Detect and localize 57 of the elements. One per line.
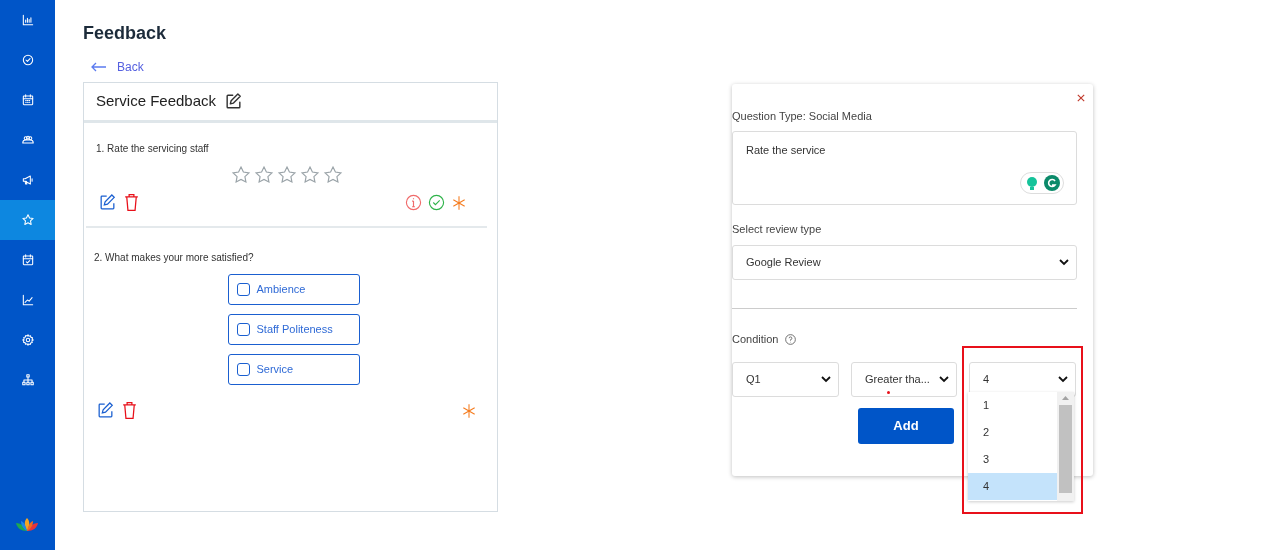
- edit-icon[interactable]: [98, 193, 117, 212]
- dropdown-option[interactable]: 4: [968, 473, 1057, 500]
- bar-chart-icon: [20, 13, 35, 27]
- back-link[interactable]: Back: [91, 58, 144, 76]
- checkbox-option[interactable]: Ambience: [227, 274, 360, 305]
- question-text: 2. What makes your more satisfied?: [94, 252, 255, 264]
- question-textarea[interactable]: Rate the service: [732, 130, 1077, 205]
- edit-icon[interactable]: [96, 401, 115, 420]
- trash-icon[interactable]: [121, 401, 138, 420]
- form-title: Service Feedback: [96, 91, 217, 112]
- chevron-down-icon: [821, 375, 831, 383]
- question-select[interactable]: Q1: [732, 361, 839, 397]
- gear-icon: [20, 333, 35, 347]
- star-icon[interactable]: [276, 165, 297, 185]
- calendar-icon: [20, 93, 35, 107]
- check-circle-icon: [20, 53, 35, 67]
- checkbox[interactable]: [236, 363, 250, 376]
- checkbox-option[interactable]: Service: [227, 354, 360, 385]
- calendar-check-icon: [20, 253, 35, 267]
- lotus-logo-icon: [15, 518, 39, 532]
- edit-icon: [224, 92, 244, 111]
- dropdown-option[interactable]: 2: [968, 419, 1057, 446]
- line-chart-icon: [20, 293, 35, 307]
- help-icon[interactable]: [785, 333, 797, 345]
- people-icon: [20, 133, 35, 147]
- checkbox[interactable]: [236, 323, 250, 336]
- checkbox[interactable]: [236, 283, 250, 296]
- info-icon[interactable]: [405, 194, 422, 211]
- trash-icon[interactable]: [123, 193, 140, 212]
- checkbox-option[interactable]: Staff Politeness: [227, 314, 360, 345]
- asterisk-icon[interactable]: [461, 402, 477, 419]
- chevron-down-icon: [1058, 375, 1068, 383]
- close-icon[interactable]: [1077, 94, 1085, 102]
- check-circle-icon[interactable]: [428, 194, 445, 211]
- star-icon[interactable]: [253, 165, 274, 185]
- review-type-label: Select review type: [732, 221, 823, 237]
- condition-label: Condition: [732, 332, 779, 347]
- chevron-down-icon: [939, 375, 949, 383]
- scrollbar-thumb[interactable]: [1059, 405, 1072, 493]
- add-button[interactable]: Add: [858, 407, 954, 444]
- operator-select[interactable]: Greater tha...: [851, 361, 957, 397]
- megaphone-icon: [20, 173, 35, 187]
- page-title: Feedback: [83, 22, 168, 44]
- review-type-select[interactable]: Google Review: [732, 245, 1077, 280]
- asterisk-icon[interactable]: [451, 194, 467, 211]
- question-text: 1. Rate the servicing staff: [96, 143, 210, 155]
- star-icon[interactable]: [230, 165, 251, 185]
- sidebar-item[interactable]: [0, 200, 55, 240]
- arrow-left-icon: [91, 62, 107, 72]
- star-icon[interactable]: [299, 165, 320, 185]
- dropdown-option[interactable]: 3: [968, 446, 1057, 473]
- star-icon: [20, 213, 35, 227]
- star-icon[interactable]: [322, 165, 343, 185]
- hierarchy-icon: [20, 373, 35, 387]
- question-type-label: Question Type: Social Media: [732, 109, 873, 124]
- writing-assistant-icon[interactable]: [1020, 171, 1064, 194]
- chevron-down-icon: [1059, 259, 1069, 266]
